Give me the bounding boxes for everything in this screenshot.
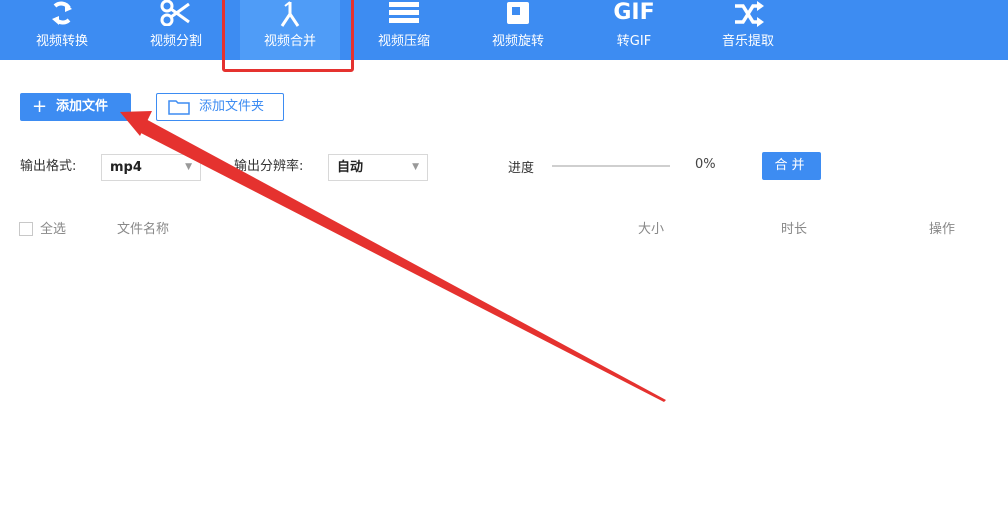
progress-percent: 0% [695,157,716,172]
annotation-highlight-box [222,0,354,72]
top-toolbar: 视频转换 视频分割 视频合并 视频压缩 视频旋转 GIF 转GIF 音乐提取 [0,0,1008,60]
tool-label: 转GIF [616,34,652,49]
annotation-arrow [120,111,666,402]
tool-label: 视频分割 [149,34,202,49]
resolution-select[interactable]: 自动 ▼ [328,154,428,181]
resolution-value: 自动 [337,160,364,175]
column-size: 大小 [638,222,665,237]
select-all-label: 全选 [40,222,67,237]
tool-video-rotate[interactable]: 视频旋转 [468,0,568,60]
tool-label: 音乐提取 [721,34,774,49]
tool-video-compress[interactable]: 视频压缩 [354,0,454,60]
progress-bar [552,165,670,167]
progress-label: 进度 [508,161,535,176]
compress-icon [354,0,454,30]
chevron-down-icon: ▼ [412,162,419,172]
tool-label: 视频旋转 [491,34,544,49]
column-actions: 操作 [929,222,956,237]
scissors-icon [126,0,226,30]
tool-video-convert[interactable]: 视频转换 [12,0,112,60]
merge-button[interactable]: 合并 [762,152,821,180]
format-label: 输出格式: [20,159,77,174]
gif-icon: GIF [613,0,655,25]
tool-label: 视频转换 [35,34,88,49]
folder-icon [168,99,190,125]
plus-icon: + [32,96,48,117]
chevron-down-icon: ▼ [185,162,192,172]
tool-to-gif[interactable]: GIF 转GIF [584,0,684,60]
column-duration: 时长 [781,222,808,237]
format-value: mp4 [110,160,142,175]
resolution-label: 输出分辨率: [234,159,304,174]
add-folder-label: 添加文件夹 [199,99,265,114]
shuffle-icon [698,0,798,30]
format-select[interactable]: mp4 ▼ [101,154,201,181]
convert-icon [12,0,112,30]
tool-music-extract[interactable]: 音乐提取 [698,0,798,60]
rotate-icon [468,0,568,30]
select-all-checkbox[interactable] [19,222,33,236]
tool-label: 视频压缩 [377,34,430,49]
add-folder-button[interactable]: 添加文件夹 [156,93,284,121]
column-filename: 文件名称 [117,222,170,237]
tool-video-split[interactable]: 视频分割 [126,0,226,60]
add-file-label: 添加文件 [56,99,109,114]
add-file-button[interactable]: + 添加文件 [20,93,131,121]
